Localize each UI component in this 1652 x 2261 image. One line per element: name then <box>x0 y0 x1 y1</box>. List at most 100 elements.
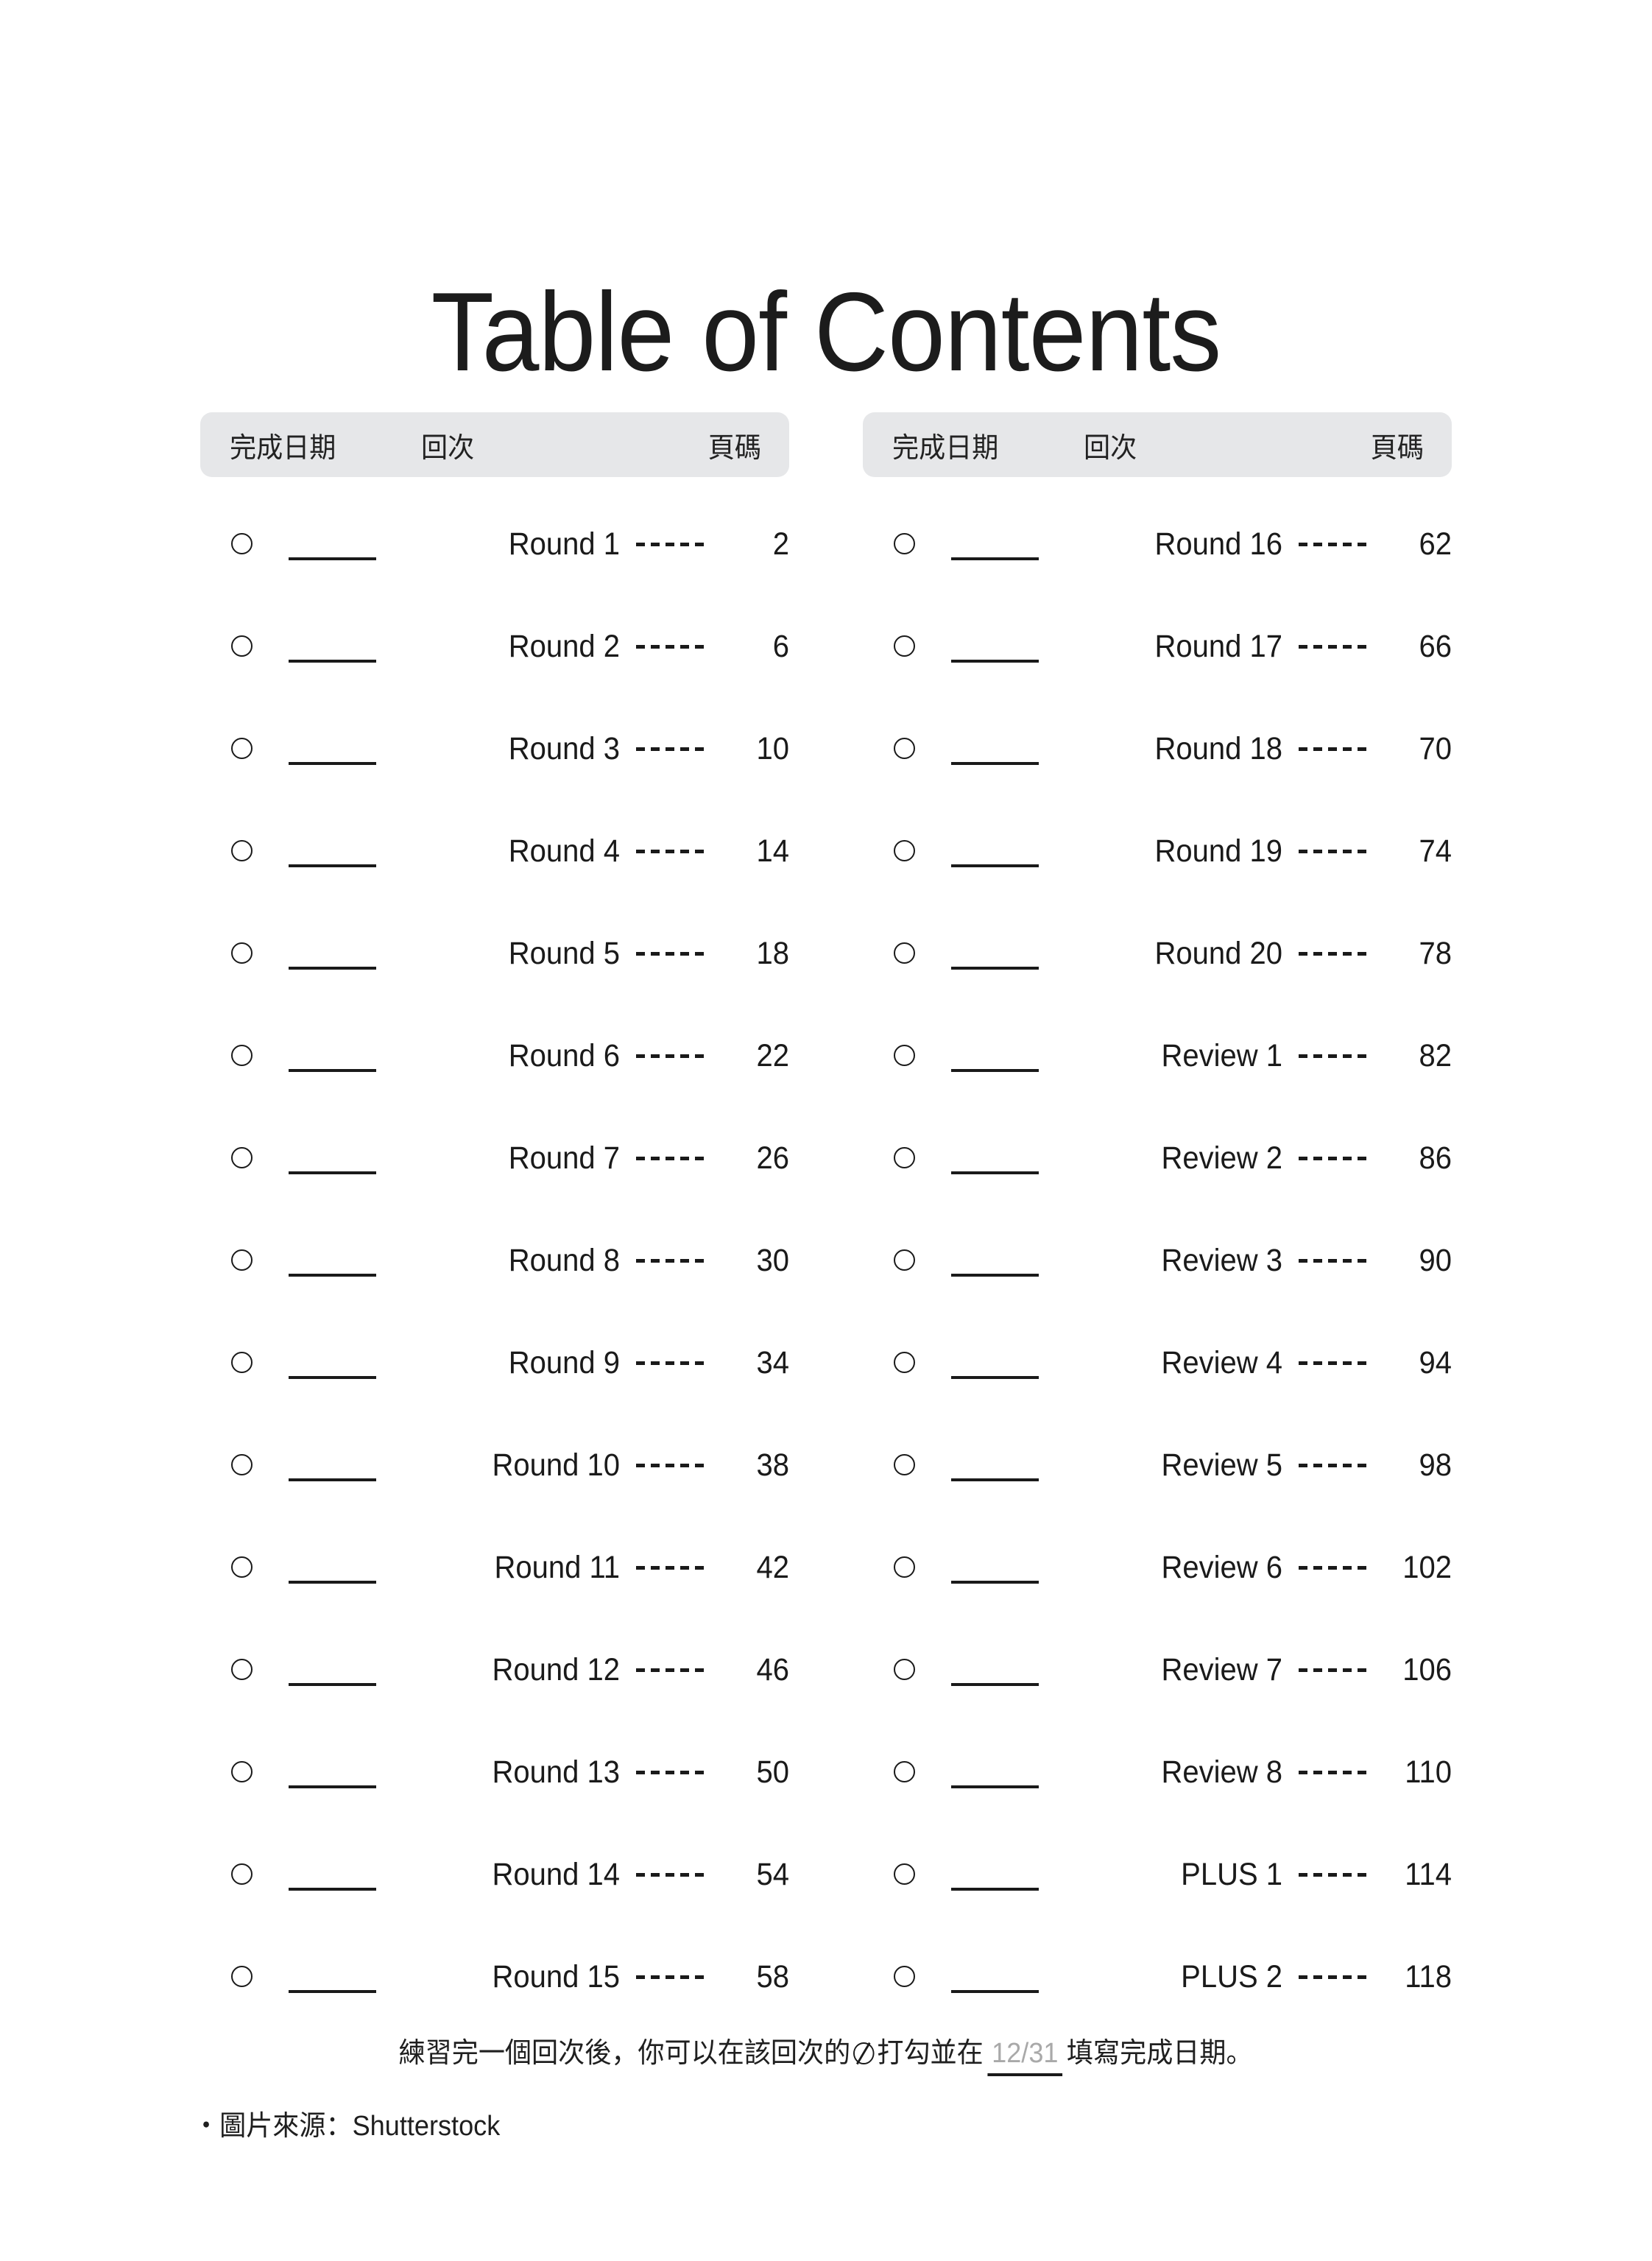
page-title: Table of Contents <box>431 269 1222 395</box>
completion-date-blank[interactable] <box>289 659 376 663</box>
toc-column-2: 完成日期 回次 頁碼 Round 16 62 Round 17 66 Round 18 70 Ro… <box>863 412 1452 2028</box>
toc-row[interactable]: Review 3 90 <box>863 1210 1452 1312</box>
completion-date-blank[interactable] <box>951 1068 1039 1072</box>
completion-date-blank[interactable] <box>951 966 1039 970</box>
checkbox-circle-icon[interactable] <box>231 1249 253 1271</box>
checkbox-circle-icon[interactable] <box>231 839 253 861</box>
completion-date-blank[interactable] <box>289 1375 376 1379</box>
toc-row[interactable]: Round 14 54 <box>200 1824 789 1926</box>
completion-date-blank[interactable] <box>951 864 1039 867</box>
checkbox-circle-icon[interactable] <box>231 1863 253 1885</box>
toc-row[interactable]: Round 10 38 <box>200 1414 789 1517</box>
toc-row-page-number: 90 <box>1419 1242 1452 1278</box>
toc-row[interactable]: Round 13 50 <box>200 1721 789 1824</box>
completion-date-blank[interactable] <box>951 1171 1039 1174</box>
completion-date-blank[interactable] <box>951 1375 1039 1379</box>
checkbox-circle-icon[interactable] <box>231 737 253 759</box>
toc-row[interactable]: Round 11 42 <box>200 1517 789 1619</box>
toc-row[interactable]: Round 6 22 <box>200 1005 789 1107</box>
completion-date-blank[interactable] <box>951 1682 1039 1686</box>
checkbox-circle-icon[interactable] <box>894 1658 915 1680</box>
checkbox-circle-icon[interactable] <box>231 532 253 554</box>
checkbox-circle-icon[interactable] <box>894 1965 915 1987</box>
completion-date-blank[interactable] <box>289 1682 376 1686</box>
checkbox-circle-icon[interactable] <box>894 532 915 554</box>
checkbox-circle-icon[interactable] <box>231 1760 253 1782</box>
toc-row-page-number: 34 <box>756 1344 789 1380</box>
toc-row[interactable]: Round 17 66 <box>863 596 1452 698</box>
toc-row[interactable]: Round 15 58 <box>200 1926 789 2028</box>
toc-row[interactable]: Review 2 86 <box>863 1107 1452 1210</box>
toc-row[interactable]: Review 4 94 <box>863 1312 1452 1414</box>
checkbox-circle-icon[interactable] <box>894 942 915 964</box>
toc-row[interactable]: Round 19 74 <box>863 800 1452 903</box>
completion-date-blank[interactable] <box>289 1989 376 1993</box>
completion-date-blank[interactable] <box>951 1785 1039 1788</box>
toc-row[interactable]: Review 5 98 <box>863 1414 1452 1517</box>
toc-row[interactable]: Round 8 30 <box>200 1210 789 1312</box>
checkbox-circle-icon[interactable] <box>894 737 915 759</box>
completion-date-blank[interactable] <box>951 557 1039 560</box>
checkbox-circle-icon[interactable] <box>231 1965 253 1987</box>
toc-row[interactable]: Round 16 62 <box>863 493 1452 596</box>
toc-row-label: Round 10 <box>492 1447 620 1483</box>
completion-date-blank[interactable] <box>289 1478 376 1481</box>
toc-row[interactable]: Round 1 2 <box>200 493 789 596</box>
completion-date-blank[interactable] <box>951 659 1039 663</box>
completion-date-blank[interactable] <box>289 1273 376 1277</box>
toc-row[interactable]: Round 2 6 <box>200 596 789 698</box>
checkbox-circle-icon[interactable] <box>894 1044 915 1066</box>
checkbox-circle-icon[interactable] <box>231 1453 253 1475</box>
checkbox-circle-icon[interactable] <box>894 1453 915 1475</box>
completion-date-blank[interactable] <box>289 864 376 867</box>
checkbox-circle-icon[interactable] <box>894 839 915 861</box>
checkbox-circle-icon[interactable] <box>894 1249 915 1271</box>
toc-row[interactable]: Round 12 46 <box>200 1619 789 1721</box>
checkbox-circle-icon[interactable] <box>894 1146 915 1168</box>
completion-date-blank[interactable] <box>951 1478 1039 1481</box>
checkbox-circle-icon[interactable] <box>231 1658 253 1680</box>
toc-columns: 完成日期 回次 頁碼 Round 1 2 Round 2 6 Round 3 10 Round 4… <box>0 412 1652 2028</box>
toc-row[interactable]: Round 3 10 <box>200 698 789 800</box>
checkbox-circle-icon[interactable] <box>231 1556 253 1578</box>
checkbox-circle-icon[interactable] <box>231 1044 253 1066</box>
checkbox-circle-icon[interactable] <box>894 635 915 657</box>
completion-date-blank[interactable] <box>951 761 1039 765</box>
toc-row[interactable]: Round 4 14 <box>200 800 789 903</box>
checkbox-circle-icon[interactable] <box>894 1556 915 1578</box>
completion-date-blank[interactable] <box>289 1068 376 1072</box>
completion-date-blank[interactable] <box>289 966 376 970</box>
checkbox-circle-icon[interactable] <box>231 1146 253 1168</box>
completion-date-blank[interactable] <box>289 1785 376 1788</box>
toc-row[interactable]: Round 7 26 <box>200 1107 789 1210</box>
dotted-leader-line <box>636 1156 708 1160</box>
completion-date-blank[interactable] <box>289 1887 376 1891</box>
toc-row[interactable]: Round 18 70 <box>863 698 1452 800</box>
toc-row-page-number: 10 <box>756 730 789 766</box>
completion-date-blank[interactable] <box>289 557 376 560</box>
completion-date-blank[interactable] <box>289 761 376 765</box>
checkbox-circle-icon[interactable] <box>231 942 253 964</box>
completion-date-blank[interactable] <box>951 1273 1039 1277</box>
toc-row-page-number: 82 <box>1419 1037 1452 1073</box>
toc-row[interactable]: PLUS 2 118 <box>863 1926 1452 2028</box>
toc-row-page-number: 94 <box>1419 1344 1452 1380</box>
checkbox-circle-icon[interactable] <box>894 1351 915 1373</box>
checkbox-circle-icon[interactable] <box>894 1760 915 1782</box>
checkbox-circle-icon[interactable] <box>231 635 253 657</box>
toc-row[interactable]: Round 9 34 <box>200 1312 789 1414</box>
checkbox-circle-icon[interactable] <box>894 1863 915 1885</box>
toc-row[interactable]: PLUS 1 114 <box>863 1824 1452 1926</box>
toc-row[interactable]: Review 8 110 <box>863 1721 1452 1824</box>
toc-row[interactable]: Review 1 82 <box>863 1005 1452 1107</box>
completion-date-blank[interactable] <box>951 1989 1039 1993</box>
completion-date-blank[interactable] <box>289 1171 376 1174</box>
toc-row[interactable]: Round 20 78 <box>863 903 1452 1005</box>
toc-row[interactable]: Round 5 18 <box>200 903 789 1005</box>
toc-row[interactable]: Review 6 102 <box>863 1517 1452 1619</box>
checkbox-circle-icon[interactable] <box>231 1351 253 1373</box>
completion-date-blank[interactable] <box>951 1887 1039 1891</box>
completion-date-blank[interactable] <box>289 1580 376 1584</box>
completion-date-blank[interactable] <box>951 1580 1039 1584</box>
toc-row[interactable]: Review 7 106 <box>863 1619 1452 1721</box>
